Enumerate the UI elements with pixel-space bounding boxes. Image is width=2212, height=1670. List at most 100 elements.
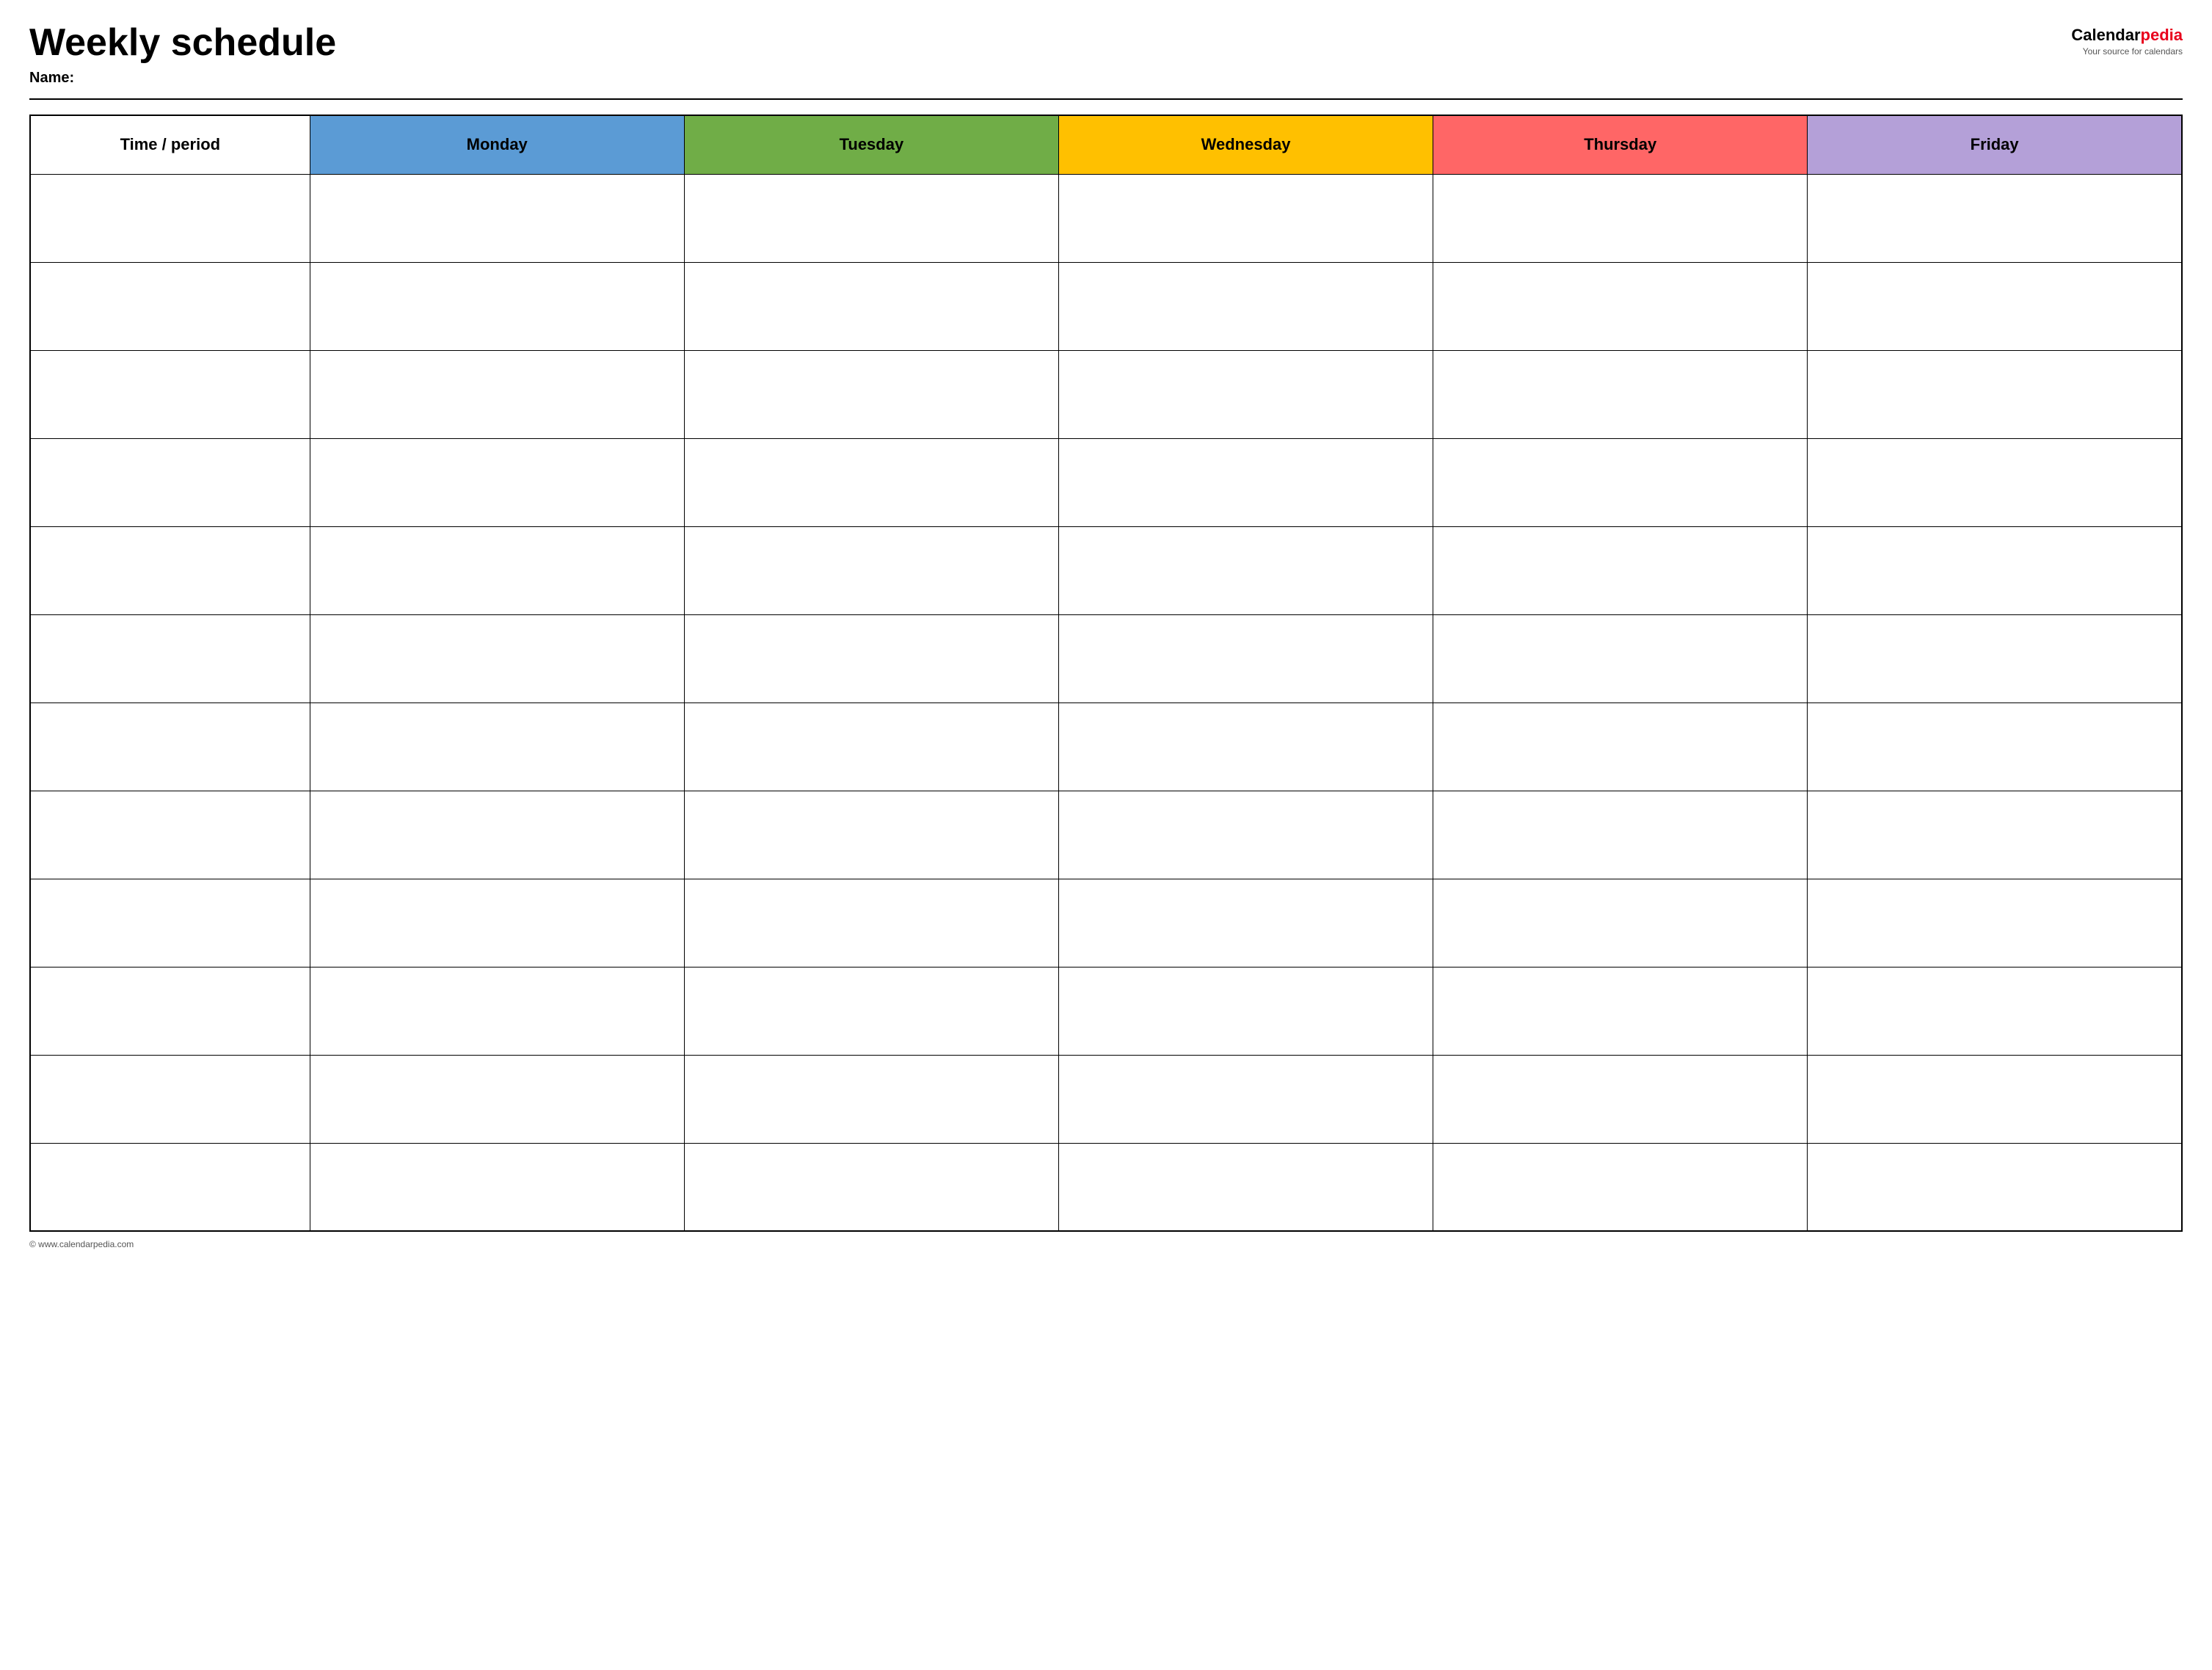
schedule-cell[interactable]: [1808, 262, 2182, 350]
footer: © www.calendarpedia.com: [29, 1239, 2183, 1249]
schedule-cell[interactable]: [1433, 438, 1808, 526]
schedule-cell[interactable]: [1058, 262, 1433, 350]
schedule-cell[interactable]: [684, 791, 1058, 879]
schedule-cell[interactable]: [1058, 350, 1433, 438]
schedule-cell[interactable]: [1808, 350, 2182, 438]
schedule-table: Time / period Monday Tuesday Wednesday T…: [29, 115, 2183, 1232]
schedule-cell[interactable]: [1433, 262, 1808, 350]
schedule-cell[interactable]: [684, 879, 1058, 967]
schedule-cell[interactable]: [310, 350, 684, 438]
schedule-cell[interactable]: [1808, 614, 2182, 703]
table-row: [30, 262, 2182, 350]
col-header-time: Time / period: [30, 115, 310, 174]
schedule-cell[interactable]: [1058, 526, 1433, 614]
logo: Calendarpedia: [2071, 26, 2183, 45]
schedule-cell[interactable]: [1808, 1055, 2182, 1143]
page-header: Weekly schedule Name: Calendarpedia Your…: [29, 22, 2183, 87]
schedule-cell[interactable]: [1808, 438, 2182, 526]
header-divider: [29, 98, 2183, 100]
schedule-cell[interactable]: [310, 1143, 684, 1231]
time-cell[interactable]: [30, 879, 310, 967]
schedule-cell[interactable]: [1058, 438, 1433, 526]
table-row: [30, 967, 2182, 1055]
time-cell[interactable]: [30, 703, 310, 791]
table-row: [30, 1143, 2182, 1231]
schedule-cell[interactable]: [1058, 879, 1433, 967]
schedule-cell[interactable]: [310, 879, 684, 967]
schedule-cell[interactable]: [684, 262, 1058, 350]
schedule-cell[interactable]: [1058, 614, 1433, 703]
schedule-cell[interactable]: [1433, 526, 1808, 614]
schedule-cell[interactable]: [1808, 174, 2182, 262]
schedule-cell[interactable]: [1058, 1143, 1433, 1231]
page-title: Weekly schedule: [29, 22, 336, 64]
schedule-cell[interactable]: [310, 174, 684, 262]
copyright-text: © www.calendarpedia.com: [29, 1239, 134, 1249]
schedule-cell[interactable]: [684, 614, 1058, 703]
schedule-cell[interactable]: [1808, 526, 2182, 614]
schedule-cell[interactable]: [684, 350, 1058, 438]
schedule-cell[interactable]: [1808, 1143, 2182, 1231]
schedule-cell[interactable]: [684, 967, 1058, 1055]
schedule-cell[interactable]: [1433, 791, 1808, 879]
schedule-cell[interactable]: [1058, 174, 1433, 262]
schedule-cell[interactable]: [684, 703, 1058, 791]
time-cell[interactable]: [30, 174, 310, 262]
logo-calendar-text: Calendar: [2071, 26, 2140, 44]
schedule-cell[interactable]: [1433, 350, 1808, 438]
time-cell[interactable]: [30, 967, 310, 1055]
logo-pedia-text: pedia: [2141, 26, 2183, 44]
time-cell[interactable]: [30, 791, 310, 879]
time-cell[interactable]: [30, 262, 310, 350]
schedule-cell[interactable]: [1058, 703, 1433, 791]
table-row: [30, 174, 2182, 262]
col-header-wednesday: Wednesday: [1058, 115, 1433, 174]
schedule-cell[interactable]: [310, 791, 684, 879]
schedule-cell[interactable]: [1058, 791, 1433, 879]
schedule-cell[interactable]: [1433, 967, 1808, 1055]
table-row: [30, 1055, 2182, 1143]
table-row: [30, 614, 2182, 703]
schedule-cell[interactable]: [1433, 614, 1808, 703]
table-row: [30, 350, 2182, 438]
schedule-cell[interactable]: [1808, 703, 2182, 791]
schedule-cell[interactable]: [1433, 1055, 1808, 1143]
table-row: [30, 703, 2182, 791]
schedule-cell[interactable]: [310, 438, 684, 526]
schedule-cell[interactable]: [310, 526, 684, 614]
schedule-cell[interactable]: [1058, 967, 1433, 1055]
table-row: [30, 791, 2182, 879]
schedule-cell[interactable]: [684, 1055, 1058, 1143]
time-cell[interactable]: [30, 350, 310, 438]
schedule-cell[interactable]: [1808, 967, 2182, 1055]
schedule-cell[interactable]: [684, 438, 1058, 526]
schedule-cell[interactable]: [310, 703, 684, 791]
schedule-cell[interactable]: [1433, 703, 1808, 791]
time-cell[interactable]: [30, 438, 310, 526]
table-row: [30, 879, 2182, 967]
logo-tagline: Your source for calendars: [2083, 46, 2183, 57]
schedule-cell[interactable]: [1808, 791, 2182, 879]
time-cell[interactable]: [30, 1143, 310, 1231]
schedule-cell[interactable]: [310, 967, 684, 1055]
time-cell[interactable]: [30, 1055, 310, 1143]
schedule-cell[interactable]: [1808, 879, 2182, 967]
schedule-cell[interactable]: [684, 174, 1058, 262]
schedule-cell[interactable]: [310, 1055, 684, 1143]
schedule-cell[interactable]: [684, 526, 1058, 614]
schedule-cell[interactable]: [310, 262, 684, 350]
schedule-cell[interactable]: [1433, 174, 1808, 262]
schedule-cell[interactable]: [684, 1143, 1058, 1231]
col-header-tuesday: Tuesday: [684, 115, 1058, 174]
col-header-monday: Monday: [310, 115, 684, 174]
schedule-cell[interactable]: [310, 614, 684, 703]
title-section: Weekly schedule Name:: [29, 22, 336, 87]
time-cell[interactable]: [30, 614, 310, 703]
table-row: [30, 438, 2182, 526]
schedule-cell[interactable]: [1433, 879, 1808, 967]
time-cell[interactable]: [30, 526, 310, 614]
schedule-cell[interactable]: [1058, 1055, 1433, 1143]
schedule-cell[interactable]: [1433, 1143, 1808, 1231]
table-header-row: Time / period Monday Tuesday Wednesday T…: [30, 115, 2182, 174]
table-row: [30, 526, 2182, 614]
